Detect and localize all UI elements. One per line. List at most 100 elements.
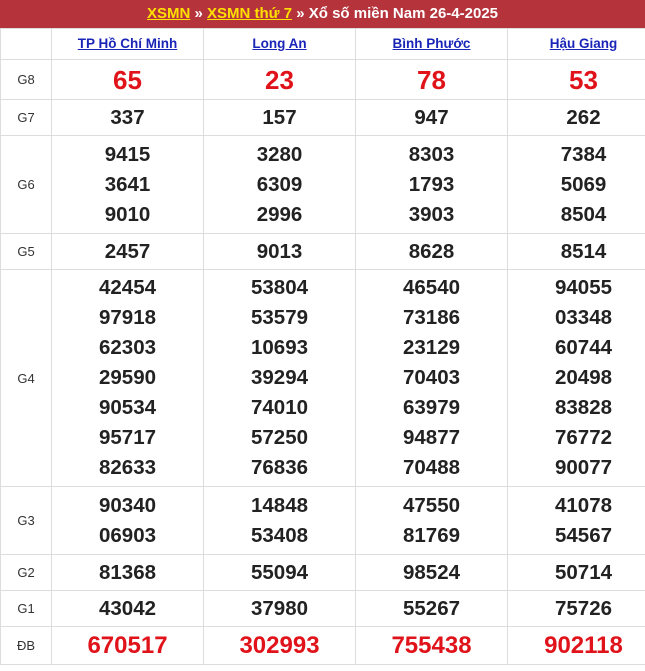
prize-number: 70488	[402, 456, 460, 479]
prize-number: 76836	[250, 456, 308, 479]
prize-number: 90077	[554, 456, 612, 479]
prize-number: 262	[566, 105, 601, 129]
prize-number: 81769	[402, 523, 460, 547]
prize-number: 57250	[250, 426, 308, 449]
prize-number: 60744	[554, 336, 612, 359]
prize-number: 74010	[250, 396, 308, 419]
prize-number: 55094	[250, 560, 308, 584]
results-table: TP Hồ Chí Minh Long An Bình Phước Hậu Gi…	[0, 28, 645, 665]
prize-label: G4	[0, 269, 52, 487]
prize-number: 90534	[98, 396, 156, 419]
prize-row: G4 42454 97918 62303 29590 90534 95717 82633 538…	[0, 269, 645, 487]
prize-number: 3903	[408, 202, 455, 226]
prize-number: 23129	[402, 336, 460, 359]
prize-number: 10693	[250, 336, 308, 359]
prize-cell: 8514	[507, 233, 645, 270]
prize-number: 70403	[402, 366, 460, 389]
prize-cell: 670517	[51, 626, 204, 665]
prize-number: 9010	[104, 202, 151, 226]
prize-number: 2457	[104, 239, 151, 263]
prize-cell: 47550 81769	[355, 486, 508, 555]
prize-cell: 53804 53579 10693 39294 74010 57250 76836	[203, 269, 356, 487]
prize-number: 7384	[560, 142, 607, 166]
prize-number: 53	[569, 64, 598, 95]
prize-number: 55267	[402, 596, 460, 620]
prize-cell: 262	[507, 99, 645, 136]
prize-number: 9415	[104, 142, 151, 166]
prize-number: 5069	[560, 172, 607, 196]
prize-cell: 902118	[507, 626, 645, 665]
prize-row: G3 90340 06903 14848 53408 47550 81769 41078 545…	[0, 486, 645, 555]
prize-label: G6	[0, 135, 52, 234]
prize-row: G7 337 157 947 262	[0, 99, 645, 136]
prize-number: 95717	[98, 426, 156, 449]
prize-number: 9013	[256, 239, 303, 263]
prize-cell: 55267	[355, 590, 508, 627]
prize-cell: 9415 3641 9010	[51, 135, 204, 234]
prize-number: 947	[414, 105, 449, 129]
prize-number: 8514	[560, 239, 607, 263]
prize-row: G5 2457 9013 8628 8514	[0, 233, 645, 270]
province-link-binh-phuoc[interactable]: Bình Phước	[393, 36, 471, 51]
prize-row: G8 65 23 78 53	[0, 59, 645, 100]
prize-cell: 8628	[355, 233, 508, 270]
breadcrumb-separator: »	[292, 5, 309, 22]
prize-cell: 7384 5069 8504	[507, 135, 645, 234]
prize-number: 43042	[98, 596, 156, 620]
prize-label: ĐB	[0, 626, 52, 665]
prize-number: 06903	[98, 523, 156, 547]
prize-cell: 78	[355, 59, 508, 100]
prize-cell: 755438	[355, 626, 508, 665]
province-link-tp-ho-chi-minh[interactable]: TP Hồ Chí Minh	[78, 36, 178, 51]
prize-number: 902118	[544, 631, 623, 659]
prize-number: 23	[265, 64, 294, 95]
breadcrumb-xsmn-link[interactable]: XSMN	[147, 5, 190, 22]
prize-number: 94055	[554, 276, 612, 299]
prize-number: 47550	[402, 493, 460, 517]
province-link-long-an[interactable]: Long An	[252, 36, 306, 51]
page-header: XSMN » XSMN thứ 7 » Xổ số miền Nam 26-4-…	[0, 0, 645, 28]
prize-number: 39294	[250, 366, 308, 389]
prize-cell: 37980	[203, 590, 356, 627]
prize-number: 97918	[98, 306, 156, 329]
prize-cell: 50714	[507, 554, 645, 591]
prize-row: G6 9415 3641 9010 3280 6309 2996 8303 1793 3903 73…	[0, 135, 645, 234]
prize-number: 1793	[408, 172, 455, 196]
prize-number: 37980	[250, 596, 308, 620]
prize-number: 8628	[408, 239, 455, 263]
prize-cell: 55094	[203, 554, 356, 591]
prize-cell: 75726	[507, 590, 645, 627]
prize-cell: 23	[203, 59, 356, 100]
province-link-hau-giang[interactable]: Hậu Giang	[550, 36, 618, 51]
prize-number: 20498	[554, 366, 612, 389]
prize-cell: 9013	[203, 233, 356, 270]
prize-number: 14848	[250, 493, 308, 517]
prize-number: 90340	[98, 493, 156, 517]
prize-number: 50714	[554, 560, 612, 584]
prize-number: 53579	[250, 306, 308, 329]
prize-label: G7	[0, 99, 52, 136]
prize-label: G8	[0, 59, 52, 100]
breadcrumb-xsmn-thu7-link[interactable]: XSMN thứ 7	[207, 5, 292, 22]
prize-cell: 43042	[51, 590, 204, 627]
prize-cell: 302993	[203, 626, 356, 665]
prize-number: 73186	[402, 306, 460, 329]
prize-row: G2 81368 55094 98524 50714	[0, 554, 645, 591]
prize-number: 78	[417, 64, 446, 95]
prize-number: 41078	[554, 493, 612, 517]
prize-number: 98524	[402, 560, 460, 584]
prize-label: G3	[0, 486, 52, 555]
prize-cell: 41078 54567	[507, 486, 645, 555]
prize-number: 42454	[98, 276, 156, 299]
prize-number: 670517	[87, 631, 168, 659]
prize-cell: 65	[51, 59, 204, 100]
prize-cell: 98524	[355, 554, 508, 591]
prize-number: 302993	[239, 631, 320, 659]
prize-number: 157	[262, 105, 297, 129]
prize-number: 53408	[250, 523, 308, 547]
prize-number: 83828	[554, 396, 612, 419]
prize-cell: 94055 03348 60744 20498 83828 76772 90077	[507, 269, 645, 487]
prize-cell: 3280 6309 2996	[203, 135, 356, 234]
prize-label: G5	[0, 233, 52, 270]
prize-cell: 81368	[51, 554, 204, 591]
